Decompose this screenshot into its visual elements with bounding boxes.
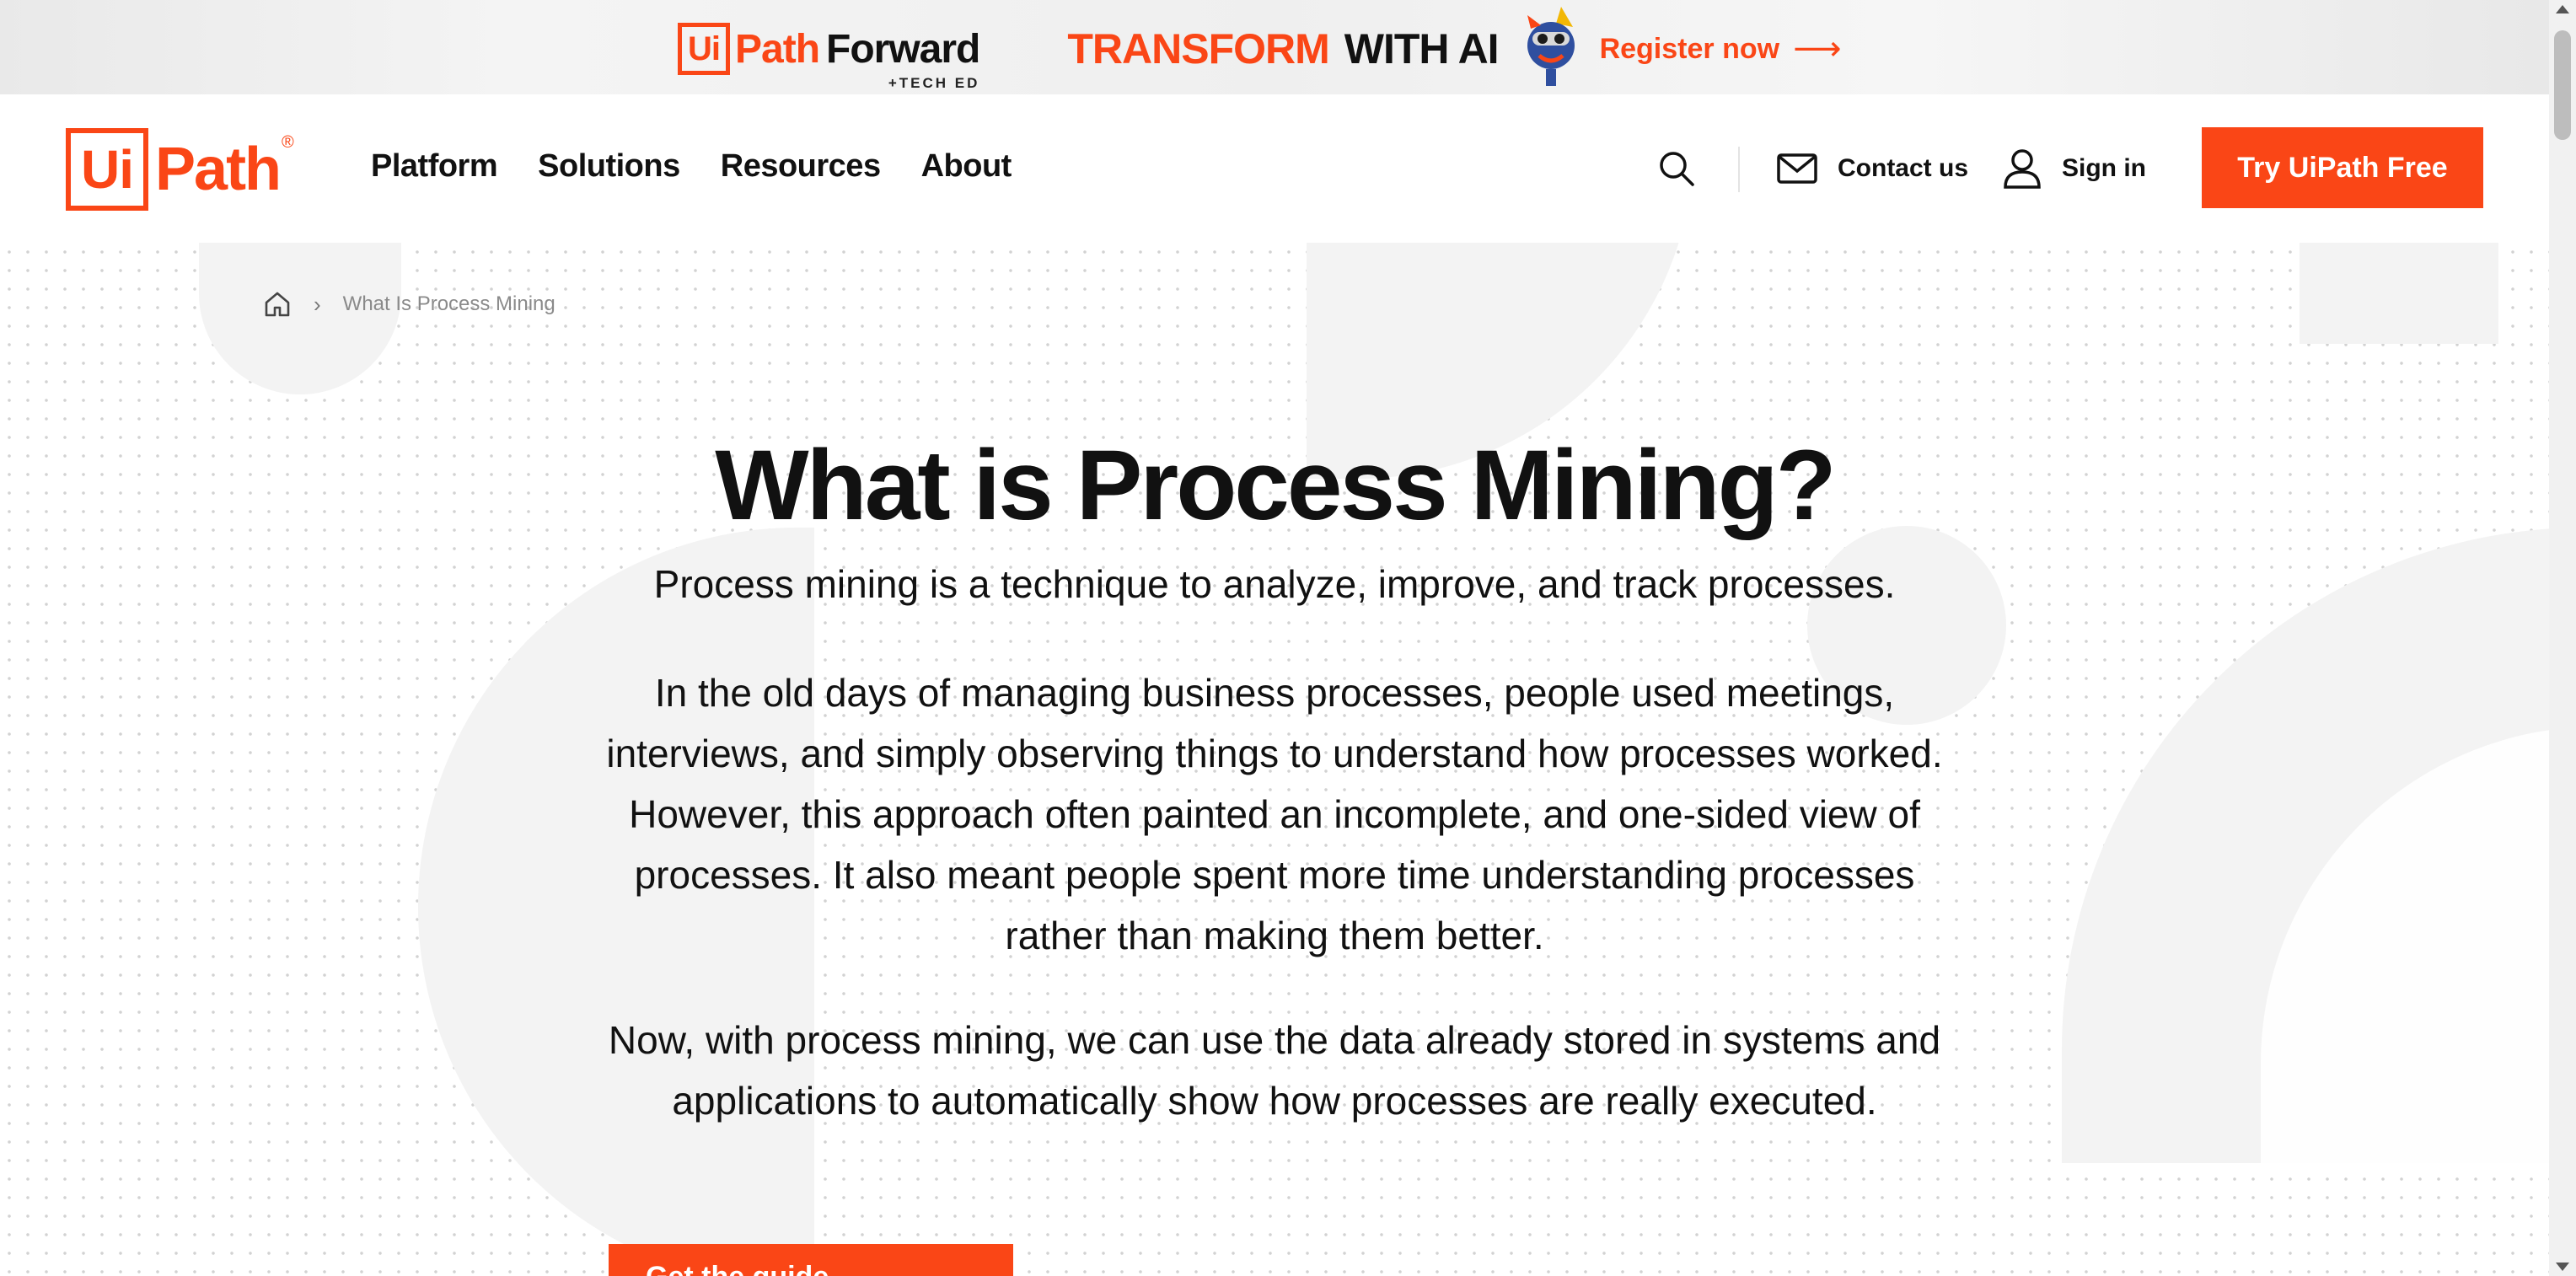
- lead-paragraph: Process mining is a technique to analyze…: [653, 562, 1896, 606]
- promo-forward-label: Forward: [826, 26, 980, 72]
- bg-shape: [2300, 243, 2498, 344]
- uipath-forward-logo: Ui Path Forward +TECH ED: [678, 23, 980, 91]
- promo-tech-ed: +TECH ED: [888, 74, 980, 91]
- body-paragraph: In the old days of managing business pro…: [606, 671, 1943, 957]
- cta-button[interactable]: Get the guide: [609, 1244, 1013, 1276]
- scroll-down-arrow-icon[interactable]: [2556, 1263, 2569, 1271]
- mascot-icon: [1522, 7, 1583, 91]
- header-divider: [1738, 147, 1740, 192]
- sign-in-link[interactable]: Sign in: [2003, 94, 2146, 243]
- main-nav: Platform Solutions Resources About: [371, 148, 1052, 185]
- user-icon: [2004, 149, 2041, 189]
- sign-in-label: Sign in: [2062, 154, 2146, 182]
- promo-content[interactable]: Ui Path Forward +TECH ED TRANSFORM WITH …: [678, 7, 1841, 91]
- try-uipath-free-button[interactable]: Try UiPath Free: [2202, 127, 2483, 208]
- page-title: What is Process Mining?: [715, 430, 1837, 541]
- logo-path-text: Path: [155, 136, 282, 203]
- nav-resources[interactable]: Resources: [721, 148, 881, 185]
- scroll-up-arrow-icon[interactable]: [2556, 5, 2569, 13]
- promo-banner[interactable]: Ui Path Forward +TECH ED TRANSFORM WITH …: [0, 0, 2549, 94]
- arrow-right-icon[interactable]: ⟶: [1793, 29, 1841, 68]
- scrollbar-thumb[interactable]: [2554, 30, 2571, 140]
- logo-ui-mark: Ui: [66, 128, 148, 211]
- contact-us-link[interactable]: Contact us: [1777, 94, 1968, 243]
- home-icon[interactable]: [263, 290, 292, 319]
- promo-with-ai: WITH AI: [1344, 25, 1500, 72]
- register-now-link[interactable]: Register now: [1600, 33, 1779, 66]
- contact-us-label: Contact us: [1838, 154, 1969, 182]
- body-paragraph: Now, with process mining, we can use the…: [608, 1018, 1941, 1123]
- nav-solutions[interactable]: Solutions: [538, 148, 680, 185]
- promo-path-text: Path: [735, 26, 820, 72]
- promo-ui-mark: Ui: [678, 23, 730, 75]
- breadcrumb: › What Is Process Mining: [263, 290, 555, 319]
- uipath-logo[interactable]: Ui Path ®: [66, 128, 294, 211]
- search-button[interactable]: [1657, 94, 1696, 243]
- site-header: Ui Path ® Platform Solutions Resources A…: [0, 94, 2549, 243]
- chevron-right-icon: ›: [314, 291, 321, 317]
- mail-icon: [1777, 153, 1817, 184]
- promo-transform: TRANSFORM: [1067, 25, 1329, 72]
- search-icon: [1660, 152, 1694, 186]
- nav-about[interactable]: About: [921, 148, 1012, 185]
- promo-forward-text: Forward +TECH ED: [826, 26, 980, 91]
- main-content: › What Is Process Mining What is Process…: [0, 243, 2549, 1276]
- breadcrumb-current: What Is Process Mining: [342, 292, 555, 315]
- logo-registered-mark: ®: [282, 133, 294, 152]
- page-scrollbar[interactable]: [2549, 0, 2576, 1276]
- nav-platform[interactable]: Platform: [371, 148, 498, 185]
- bg-shape: [199, 243, 401, 394]
